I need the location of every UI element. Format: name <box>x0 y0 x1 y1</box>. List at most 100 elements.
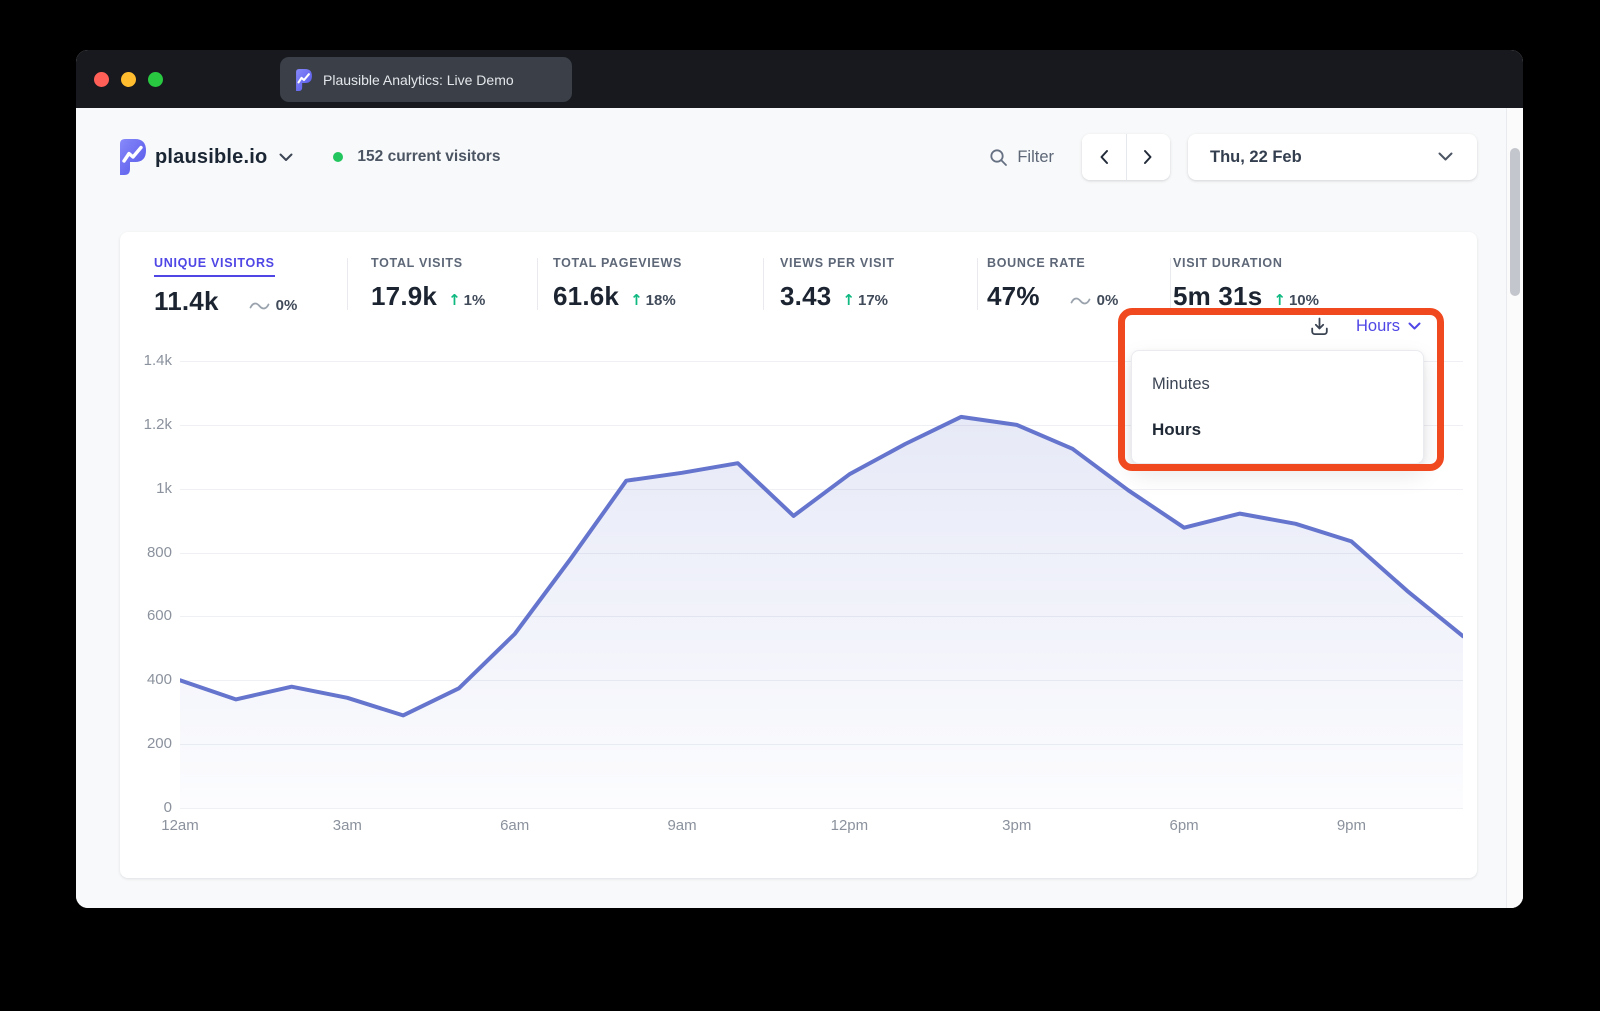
filter-label: Filter <box>1017 148 1054 167</box>
dashboard-page: plausible.io 152 current visitors <box>76 108 1523 908</box>
search-icon <box>989 148 1008 167</box>
stat-value-row: 5m 31s ↑10% <box>1173 281 1319 312</box>
arrow-up-icon: ↑ <box>448 291 461 309</box>
stat-views-per-visit[interactable]: VIEWS PER VISIT3.43↑17% <box>780 254 895 312</box>
stat-value-row: 11.4k0% <box>154 286 297 317</box>
dropdown-option-minutes[interactable]: Minutes <box>1132 361 1423 407</box>
plausible-favicon-icon <box>296 69 312 91</box>
y-tick-label: 1k <box>120 480 172 497</box>
stat-value: 3.43 <box>780 281 831 312</box>
browser-chrome: Plausible Analytics: Live Demo <box>76 50 1523 108</box>
stat-label: BOUNCE RATE <box>987 256 1085 270</box>
stat-divider <box>537 258 538 310</box>
header-controls: Filter Thu, 22 Feb <box>989 134 1477 180</box>
stat-change-value: 0% <box>276 297 298 314</box>
interval-selected-label: Hours <box>1356 317 1400 336</box>
plausible-logo-icon <box>120 139 146 175</box>
stat-change: 0% <box>1070 292 1119 309</box>
site-switcher[interactable]: plausible.io <box>120 139 293 175</box>
stat-change-value: 0% <box>1097 292 1119 309</box>
stat-divider <box>763 258 764 310</box>
dropdown-option-hours[interactable]: Hours <box>1132 407 1423 453</box>
stat-change-value: 10% <box>1289 292 1319 309</box>
stat-change-value: 18% <box>646 292 676 309</box>
minimize-button[interactable] <box>121 72 136 87</box>
stat-value-row: 17.9k ↑1% <box>371 281 485 312</box>
download-icon[interactable] <box>1309 316 1330 337</box>
date-picker[interactable]: Thu, 22 Feb <box>1188 134 1477 180</box>
stat-value: 17.9k <box>371 281 437 312</box>
tab-title: Plausible Analytics: Live Demo <box>323 72 514 88</box>
arrow-up-icon: ↑ <box>842 291 855 309</box>
stat-change: ↑17% <box>842 291 888 309</box>
prev-period-button[interactable] <box>1082 134 1126 180</box>
stat-value-row: 47% 0% <box>987 281 1118 312</box>
stat-label: UNIQUE VISITORS <box>154 256 275 277</box>
arrow-up-icon: ↑ <box>630 291 643 309</box>
gridline <box>180 808 1463 809</box>
browser-tab[interactable]: Plausible Analytics: Live Demo <box>280 57 572 102</box>
stat-change-value: 1% <box>464 292 486 309</box>
y-tick-label: 600 <box>120 607 172 624</box>
stat-bounce-rate[interactable]: BOUNCE RATE 47% 0% <box>987 254 1118 312</box>
stat-label: TOTAL PAGEVIEWS <box>553 256 682 270</box>
stat-divider <box>1170 258 1171 310</box>
x-tick-label: 12am <box>150 817 210 834</box>
next-period-button[interactable] <box>1126 134 1171 180</box>
site-name: plausible.io <box>155 146 267 169</box>
flat-trend-icon <box>1070 296 1091 306</box>
traffic-lights <box>94 72 163 87</box>
x-tick-label: 6pm <box>1154 817 1214 834</box>
filter-button[interactable]: Filter <box>989 148 1054 167</box>
x-tick-label: 3am <box>317 817 377 834</box>
y-tick-label: 400 <box>120 671 172 688</box>
screenshot-canvas: Plausible Analytics: Live Demo pl <box>0 0 1600 1011</box>
chart-toolbar: Hours <box>1309 316 1421 337</box>
stat-label: VISIT DURATION <box>1173 256 1283 270</box>
x-tick-label: 9pm <box>1321 817 1381 834</box>
stat-unique-visitors[interactable]: UNIQUE VISITORS 11.4k0% <box>154 254 297 317</box>
stat-label: TOTAL VISITS <box>371 256 463 270</box>
interval-dropdown-button[interactable]: Hours <box>1356 317 1421 336</box>
chevron-down-icon <box>279 153 293 162</box>
stat-divider <box>347 258 348 310</box>
arrow-up-icon: ↑ <box>1273 291 1286 309</box>
x-tick-label: 12pm <box>819 817 879 834</box>
live-dot-icon <box>333 152 343 162</box>
flat-trend-icon <box>249 301 270 311</box>
stat-total-visits[interactable]: TOTAL VISITS 17.9k ↑1% <box>371 254 485 312</box>
x-tick-label: 9am <box>652 817 712 834</box>
stat-value-row: 61.6k ↑18% <box>553 281 682 312</box>
y-tick-label: 1.4k <box>120 352 172 369</box>
stat-visit-duration[interactable]: VISIT DURATION 5m 31s ↑10% <box>1173 254 1319 312</box>
y-tick-label: 200 <box>120 735 172 752</box>
stat-change: ↑18% <box>630 291 676 309</box>
analytics-card: UNIQUE VISITORS 11.4k0% TOTAL VISITS 17.9k ↑… <box>120 232 1477 878</box>
chevron-down-icon <box>1408 322 1421 331</box>
current-visitors-label: 152 current visitors <box>357 148 500 166</box>
page-scrollbar <box>1506 108 1523 908</box>
stat-value: 5m 31s <box>1173 281 1262 312</box>
x-tick-label: 3pm <box>987 817 1047 834</box>
stat-change: ↑1% <box>448 291 485 309</box>
stat-value-row: 3.43 ↑17% <box>780 281 895 312</box>
stat-change: 0% <box>249 297 298 314</box>
current-visitors[interactable]: 152 current visitors <box>333 148 500 166</box>
close-button[interactable] <box>94 72 109 87</box>
chart-fill <box>180 417 1463 808</box>
y-tick-label: 800 <box>120 544 172 561</box>
stat-change-value: 17% <box>858 292 888 309</box>
zoom-button[interactable] <box>148 72 163 87</box>
stat-value: 61.6k <box>553 281 619 312</box>
scrollbar-thumb[interactable] <box>1510 148 1520 296</box>
stat-value: 47% <box>987 281 1040 312</box>
site-header: plausible.io 152 current visitors <box>120 128 1477 186</box>
x-tick-label: 6am <box>485 817 545 834</box>
stat-total-pageviews[interactable]: TOTAL PAGEVIEWS 61.6k ↑18% <box>553 254 682 312</box>
chevron-down-icon <box>1438 152 1453 162</box>
y-tick-label: 1.2k <box>120 416 172 433</box>
y-tick-label: 0 <box>120 799 172 816</box>
stat-divider <box>977 258 978 310</box>
stat-change: ↑10% <box>1273 291 1319 309</box>
date-label: Thu, 22 Feb <box>1210 148 1302 167</box>
